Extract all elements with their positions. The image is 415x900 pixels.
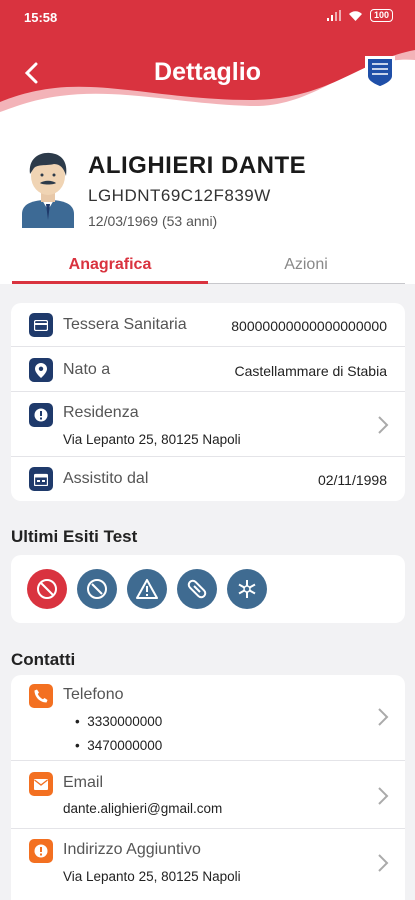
info-alert-icon [29,403,53,427]
phone-number: • 3470000000 [75,738,163,753]
avatar [22,152,74,228]
wifi-icon [348,10,362,21]
slash-circle-icon[interactable] [77,569,117,609]
app-header: 15:58 100 Dettaglio [0,0,415,130]
email-label: Email [63,774,104,791]
chevron-right-icon [378,708,389,726]
location-pin-icon [29,358,53,382]
chevron-right-icon [378,854,389,872]
snowflake-icon[interactable] [227,569,267,609]
region-logo-icon [365,56,395,88]
pill-icon[interactable] [177,569,217,609]
page-title: Dettaglio [154,58,261,86]
card-icon [29,313,53,337]
residenza-value: Via Lepanto 25, 80125 Napoli [63,432,241,447]
nato-label: Nato a [63,361,111,378]
tessera-label: Tessera Sanitaria [63,316,187,333]
phone-icon [29,684,53,708]
fiscal-code: LGHDNT69C12F839W [88,186,271,205]
chevron-right-icon [378,787,389,805]
phone-number: • 3330000000 [75,714,163,729]
info-alert-icon [29,839,53,863]
indirizzo-row[interactable]: Indirizzo Aggiuntivo Via Lepanto 25, 801… [11,829,405,900]
mail-icon [29,772,53,796]
status-time: 15:58 [24,10,58,25]
residenza-label: Residenza [63,404,139,421]
status-bar: 15:58 100 [0,0,415,34]
email-value: dante.alighieri@gmail.com [63,801,223,816]
tab-azioni[interactable]: Azioni [208,252,404,284]
warning-icon[interactable] [127,569,167,609]
email-row[interactable]: Email dante.alighieri@gmail.com [11,761,405,829]
assistito-value: 02/11/1998 [317,472,387,488]
nato-value: Castellammare di Stabia [234,363,387,379]
telefono-row[interactable]: Telefono • 3330000000 • 3470000000 [11,675,405,761]
assistito-label: Assistito dal [63,470,149,487]
telefono-label: Telefono [63,686,124,703]
tab-bar: Anagrafica Azioni [12,252,405,284]
birth-date: 12/03/1969 (53 anni) [88,213,218,229]
assistito-row: Assistito dal 02/11/1998 [11,457,405,501]
blocked-icon[interactable] [27,569,67,609]
indirizzo-label: Indirizzo Aggiuntivo [63,841,201,858]
status-icons: 100 [326,9,393,22]
contacts-title: Contatti [11,650,76,669]
chevron-right-icon [378,416,389,434]
indirizzo-value: Via Lepanto 25, 80125 Napoli [63,869,241,884]
signal-icon [326,10,341,21]
tests-title: Ultimi Esiti Test [11,527,138,546]
residenza-row[interactable]: Residenza Via Lepanto 25, 80125 Napoli [11,392,405,457]
anagrafica-card: Tessera Sanitaria 80000000000000000000 N… [11,303,405,501]
patient-name: ALIGHIERI DANTE [88,152,307,179]
tessera-value: 80000000000000000000 [231,318,387,334]
tab-anagrafica[interactable]: Anagrafica [12,252,208,284]
tessera-row: Tessera Sanitaria 80000000000000000000 [11,303,405,347]
contacts-card: Telefono • 3330000000 • 3470000000 Email… [11,675,405,900]
calendar-icon [29,467,53,491]
nato-row: Nato a Castellammare di Stabia [11,347,405,392]
battery-icon: 100 [369,9,393,22]
tests-card [11,555,405,623]
